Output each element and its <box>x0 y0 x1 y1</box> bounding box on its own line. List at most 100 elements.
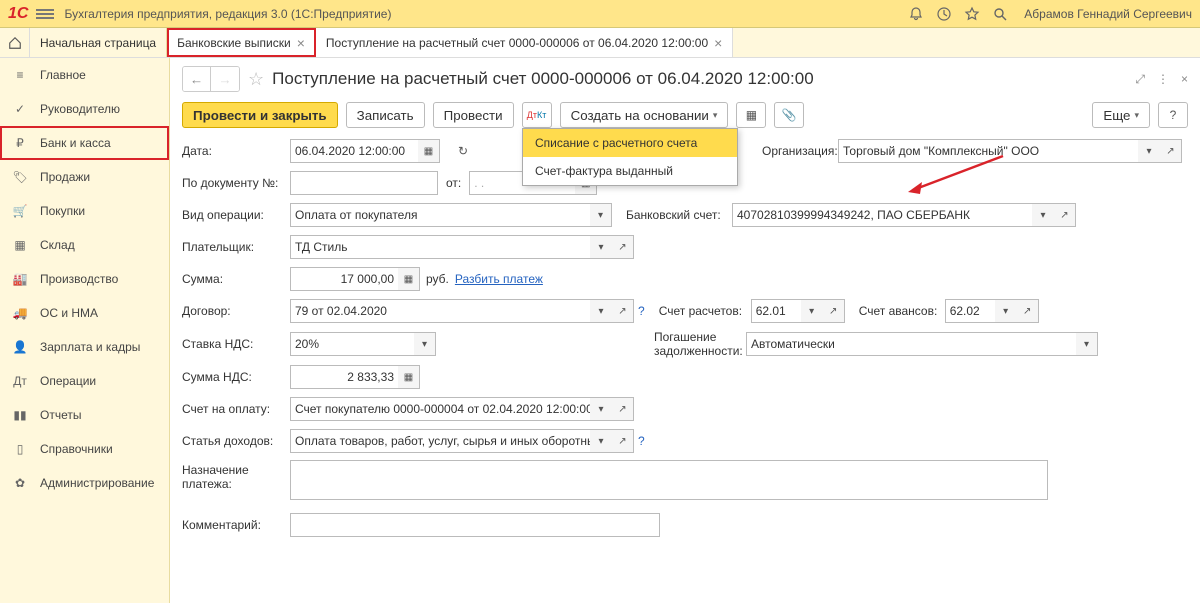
docnum-label: По документу №: <box>182 176 290 190</box>
post-button[interactable]: Провести <box>433 102 514 128</box>
comment-field[interactable] <box>290 513 660 537</box>
open-icon[interactable]: ↗ <box>1017 299 1039 323</box>
dropdown-icon[interactable]: ▾ <box>1032 203 1054 227</box>
open-icon[interactable]: ↗ <box>823 299 845 323</box>
search-icon[interactable] <box>992 6 1008 22</box>
dropdown-icon[interactable]: ▾ <box>590 397 612 421</box>
star-icon[interactable] <box>964 6 980 22</box>
chevron-down-icon: ▾ <box>713 110 718 121</box>
purpose-field[interactable] <box>290 460 1048 500</box>
dropdown-icon[interactable]: ▾ <box>590 203 612 227</box>
bell-icon[interactable] <box>908 6 924 22</box>
doc-title: Поступление на расчетный счет 0000-00000… <box>272 69 1127 89</box>
sidebar-item-label: Справочники <box>40 442 113 456</box>
forward-button[interactable]: → <box>211 67 239 91</box>
split-payment-link[interactable]: Разбить платеж <box>455 272 543 286</box>
refresh-icon[interactable]: ↻ <box>448 138 478 164</box>
help-icon[interactable]: ? <box>638 304 645 318</box>
tab-bank-statements[interactable]: Банковские выписки× <box>167 28 316 57</box>
dropdown-icon[interactable]: ▾ <box>590 299 612 323</box>
vat-rate-field[interactable]: 20% <box>290 332 414 356</box>
dropdown-icon[interactable]: ▾ <box>801 299 823 323</box>
link-icon[interactable]: ⤢ <box>1135 72 1145 87</box>
sum-field[interactable]: 17 000,00 <box>290 267 398 291</box>
main-area: ← → ☆ Поступление на расчетный счет 0000… <box>170 58 1200 603</box>
open-icon[interactable]: ↗ <box>612 429 634 453</box>
home-icon[interactable] <box>0 28 30 57</box>
sidebar-item-operations[interactable]: ДтОперации <box>0 364 169 398</box>
dropdown-icon[interactable]: ▾ <box>414 332 436 356</box>
bankacc-field[interactable]: 40702810399994349242, ПАО СБЕРБАНК <box>732 203 1032 227</box>
more-icon[interactable]: ⋮ <box>1157 72 1169 86</box>
truck-icon: 🚚 <box>12 305 28 321</box>
user-name[interactable]: Абрамов Геннадий Сергеевич <box>1024 7 1192 21</box>
app-title: Бухгалтерия предприятия, редакция 3.0 (1… <box>64 7 908 21</box>
sidebar-item-salary[interactable]: 👤Зарплата и кадры <box>0 330 169 364</box>
menu-icon[interactable] <box>36 7 54 21</box>
dropdown-icon[interactable]: ▾ <box>1076 332 1098 356</box>
field-value: 62.01 <box>756 304 786 318</box>
favorite-icon[interactable]: ☆ <box>248 69 264 90</box>
open-icon[interactable]: ↗ <box>612 235 634 259</box>
sidebar-item-production[interactable]: 🏭Производство <box>0 262 169 296</box>
invoice-label: Счет на оплату: <box>182 402 290 416</box>
close-icon[interactable]: × <box>297 35 305 51</box>
sidebar-item-label: Руководителю <box>40 102 120 116</box>
sidebar-item-manager[interactable]: ✓Руководителю <box>0 92 169 126</box>
save-button[interactable]: Записать <box>346 102 425 128</box>
post-close-button[interactable]: Провести и закрыть <box>182 102 338 128</box>
more-button[interactable]: Еще▾ <box>1092 102 1150 128</box>
attach-icon[interactable]: 📎 <box>774 102 804 128</box>
history-icon[interactable] <box>936 6 952 22</box>
open-icon[interactable]: ↗ <box>612 299 634 323</box>
sidebar-item-assets[interactable]: 🚚ОС и НМА <box>0 296 169 330</box>
open-icon[interactable]: ↗ <box>1054 203 1076 227</box>
menu-item-writeoff[interactable]: Списание с расчетного счета <box>523 129 737 157</box>
calc-icon[interactable]: ▦ <box>398 267 420 291</box>
tab-start[interactable]: Начальная страница <box>30 28 167 57</box>
close-icon[interactable]: × <box>714 35 722 51</box>
dropdown-icon[interactable]: ▾ <box>590 235 612 259</box>
open-icon[interactable]: ↗ <box>1160 139 1182 163</box>
acc-settle-label: Счет расчетов: <box>645 304 751 318</box>
close-icon[interactable]: × <box>1181 72 1188 86</box>
calendar-icon[interactable]: ▦ <box>418 139 440 163</box>
help-button[interactable]: ? <box>1158 102 1188 128</box>
org-field[interactable]: Торговый дом "Комплексный" ООО <box>838 139 1138 163</box>
payer-field[interactable]: ТД Стиль <box>290 235 590 259</box>
sidebar-item-sales[interactable]: 🏷Продажи <box>0 160 169 194</box>
create-based-button[interactable]: Создать на основании▾ <box>560 102 729 128</box>
debt-field[interactable]: Автоматически <box>746 332 1076 356</box>
open-icon[interactable]: ↗ <box>612 397 634 421</box>
sidebar-item-directories[interactable]: ▯Справочники <box>0 432 169 466</box>
income-label: Статья доходов: <box>182 434 290 448</box>
sidebar-item-reports[interactable]: ▮▮Отчеты <box>0 398 169 432</box>
invoice-field[interactable]: Счет покупателю 0000-000004 от 02.04.202… <box>290 397 590 421</box>
sidebar-item-purchases[interactable]: 🛒Покупки <box>0 194 169 228</box>
docnum-field[interactable] <box>290 171 438 195</box>
sidebar-item-bank[interactable]: ₽Банк и касса <box>0 126 169 160</box>
menu-item-invoice[interactable]: Счет-фактура выданный <box>523 157 737 185</box>
structure-icon[interactable]: ▦ <box>736 102 766 128</box>
contract-field[interactable]: 79 от 02.04.2020 <box>290 299 590 323</box>
form: Дата: 06.04.2020 12:00:00 ▦ ↻ Организаци… <box>182 138 1188 538</box>
vat-sum-field[interactable]: 2 833,33 <box>290 365 398 389</box>
dtkt-icon[interactable]: ДтКт <box>522 102 552 128</box>
sidebar-item-main[interactable]: ≡Главное <box>0 58 169 92</box>
dropdown-icon[interactable]: ▾ <box>590 429 612 453</box>
optype-field[interactable]: Оплата от покупателя <box>290 203 590 227</box>
income-field[interactable]: Оплата товаров, работ, услуг, сырья и ин… <box>290 429 590 453</box>
sidebar-item-admin[interactable]: ✿Администрирование <box>0 466 169 500</box>
dropdown-icon[interactable]: ▾ <box>1138 139 1160 163</box>
btn-label: Записать <box>357 108 414 123</box>
acc-settle-field[interactable]: 62.01 <box>751 299 801 323</box>
sidebar-item-warehouse[interactable]: ▦Склад <box>0 228 169 262</box>
back-button[interactable]: ← <box>183 67 211 91</box>
acc-advance-field[interactable]: 62.02 <box>945 299 995 323</box>
help-icon[interactable]: ? <box>638 434 645 448</box>
date-field[interactable]: 06.04.2020 12:00:00 <box>290 139 418 163</box>
dropdown-icon[interactable]: ▾ <box>995 299 1017 323</box>
calc-icon[interactable]: ▦ <box>398 365 420 389</box>
tab-document[interactable]: Поступление на расчетный счет 0000-00000… <box>316 28 733 57</box>
sidebar-item-label: Покупки <box>40 204 85 218</box>
